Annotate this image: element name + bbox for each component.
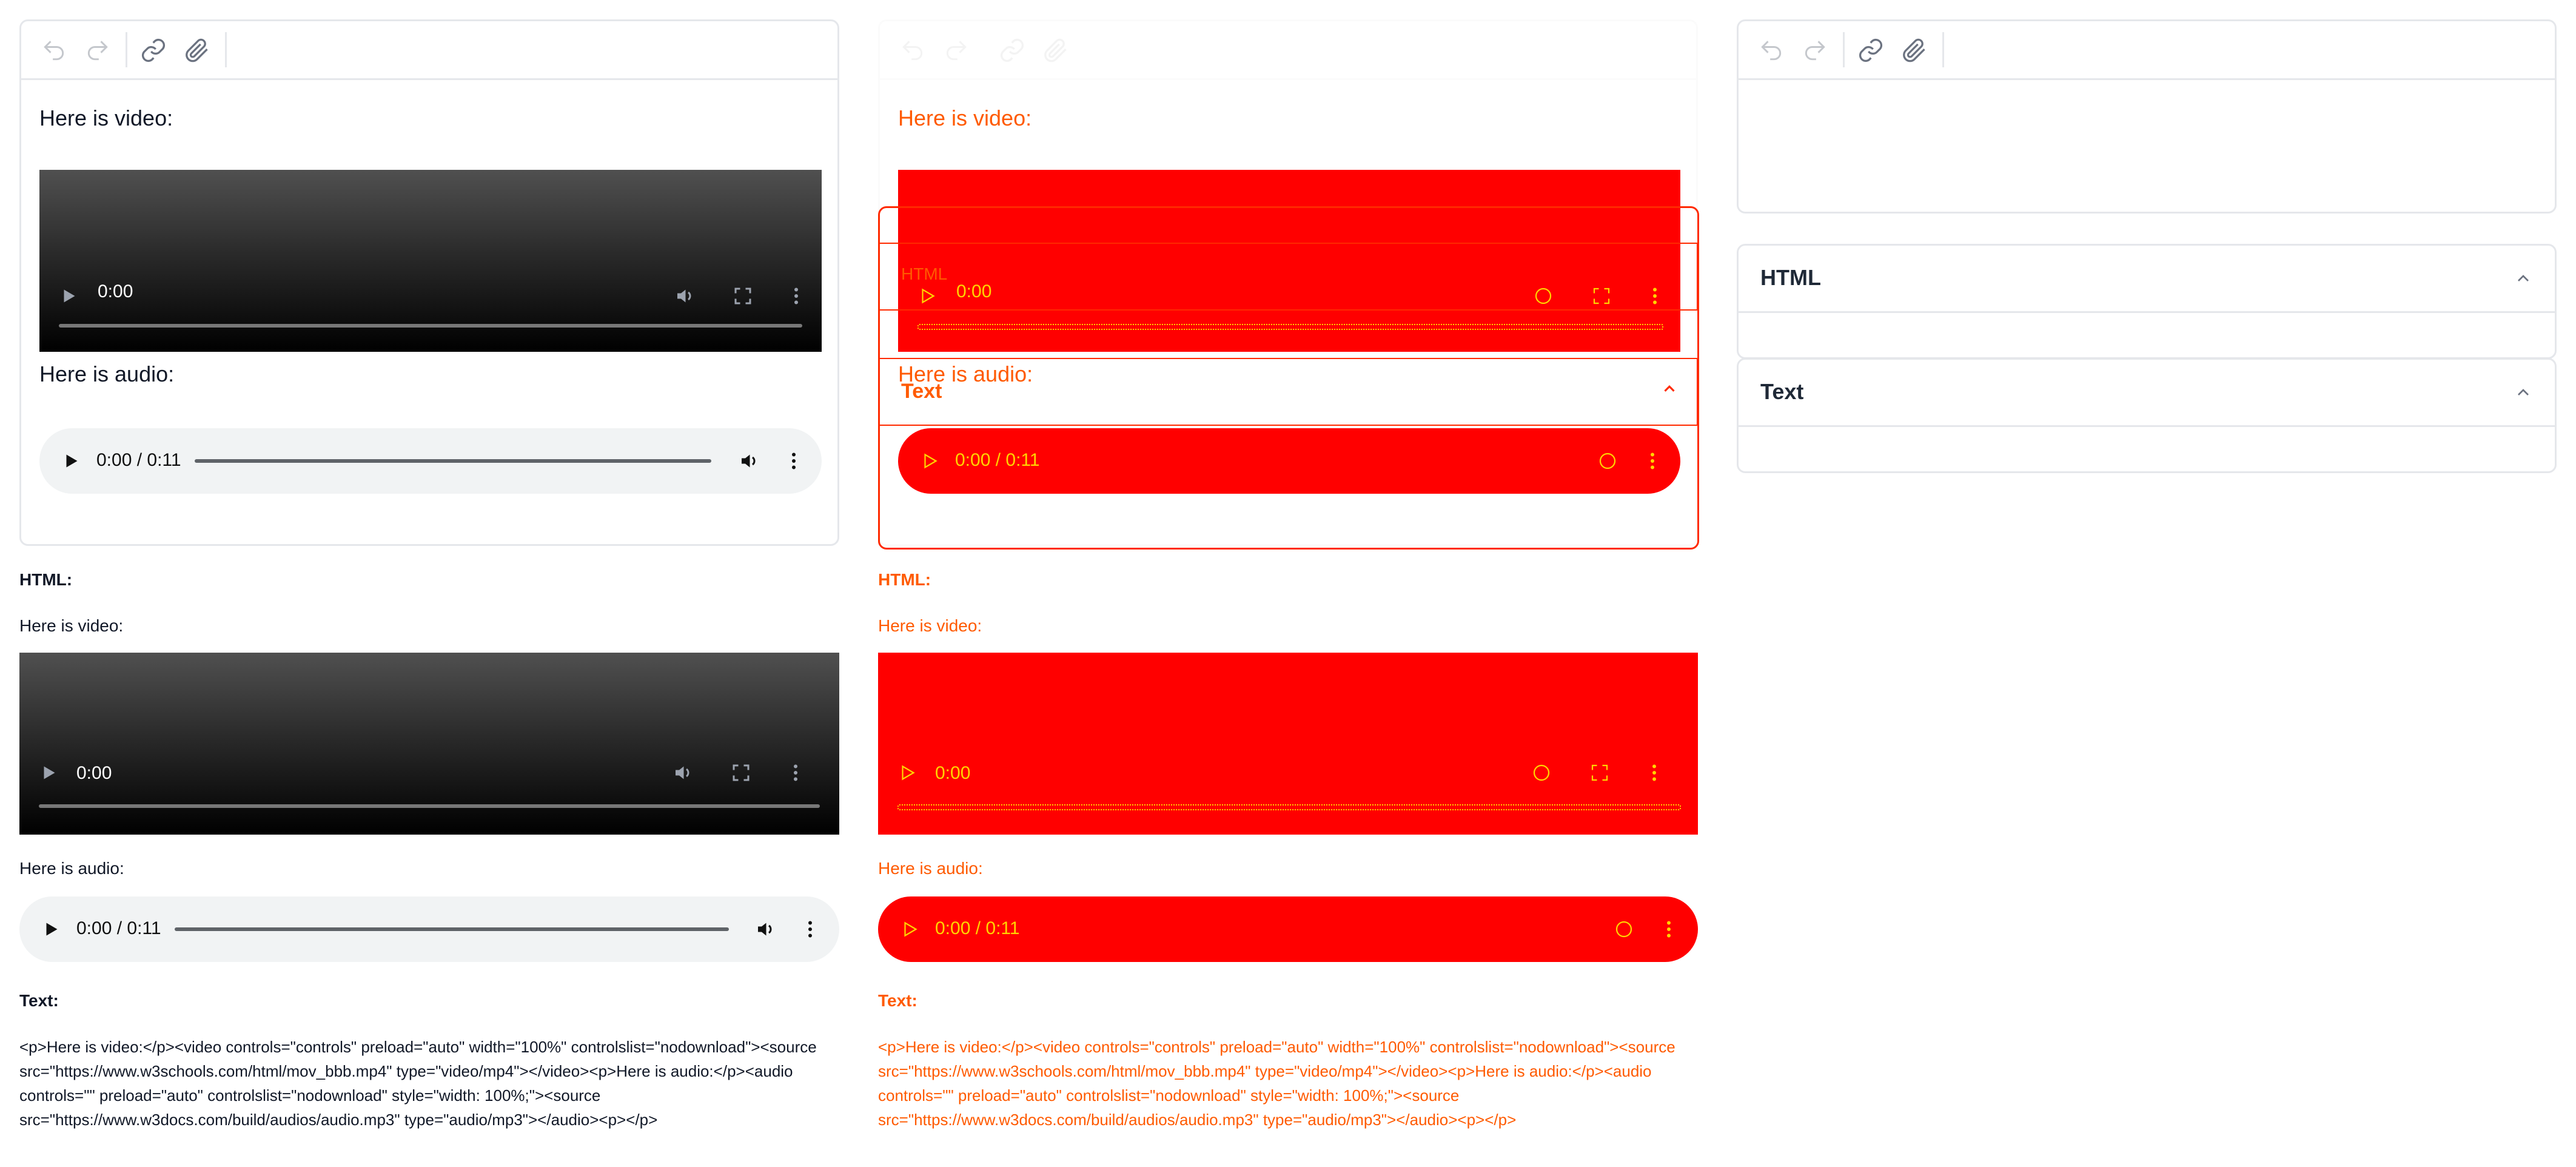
play-icon[interactable] (58, 285, 79, 307)
audio-progress[interactable] (195, 459, 711, 463)
play-icon[interactable] (896, 762, 918, 784)
html-panel-header[interactable]: HTML (1739, 246, 2555, 313)
attachment-icon[interactable] (184, 37, 210, 64)
overlay-text-title: Text (901, 380, 942, 403)
editor-paragraph: Here is video: (39, 106, 173, 130)
text-output-code: <p>Here is video:</p><video controls="co… (19, 1038, 817, 1129)
overlay-text-panel: Text (878, 358, 1698, 426)
play-icon[interactable] (40, 918, 62, 940)
video-progress[interactable] (59, 324, 802, 328)
html-output-label: HTML: (878, 570, 931, 589)
volume-icon[interactable] (674, 285, 696, 307)
html-output-label: HTML: (19, 570, 73, 589)
more-options-icon[interactable] (1643, 762, 1665, 784)
chevron-up-icon[interactable] (2514, 269, 2533, 288)
link-icon[interactable] (1857, 37, 1884, 64)
audio-player[interactable]: 0:00 / 0:11 (39, 428, 822, 494)
output-video-player[interactable]: 0:00 (19, 653, 839, 835)
toolbar-divider (1942, 32, 1944, 67)
more-options-icon[interactable] (785, 285, 807, 307)
text-output-code: <p>Here is video:</p><video controls="co… (878, 1038, 1675, 1129)
editor-toolbar (1739, 21, 2555, 80)
chevron-up-icon[interactable] (2514, 383, 2533, 402)
editor-column-overlay: Here is video: 0:00 Here is audio: 0:00 … (878, 0, 1699, 1167)
redo-icon[interactable] (84, 37, 111, 64)
editor-paragraph: Here is video: (898, 106, 1032, 130)
play-icon[interactable] (899, 918, 921, 940)
editor-toolbar (21, 21, 837, 80)
volume-icon[interactable] (1531, 762, 1552, 784)
overlay-html-title: HTML (901, 264, 948, 283)
attachment-icon[interactable] (1901, 37, 1928, 64)
volume-icon[interactable] (738, 450, 760, 472)
editor-column-empty: HTML Text (1737, 0, 2557, 1167)
video-time: 0:00 (76, 763, 112, 783)
editor-content[interactable] (1739, 80, 2555, 214)
audio-time: 0:00 / 0:11 (76, 918, 161, 938)
rich-text-editor (1737, 19, 2557, 214)
audio-time: 0:00 / 0:11 (935, 918, 1020, 938)
volume-icon[interactable] (672, 762, 694, 784)
rich-text-editor: Here is video: 0:00 Here is audio: 0:00 … (19, 19, 839, 546)
undo-icon[interactable] (41, 37, 67, 64)
volume-icon[interactable] (1613, 918, 1635, 940)
link-icon[interactable] (140, 37, 167, 64)
audio-progress[interactable] (175, 927, 729, 931)
audio-time: 0:00 / 0:11 (96, 450, 181, 470)
output-paragraph: Here is video: (878, 616, 982, 635)
redo-icon[interactable] (1802, 37, 1828, 64)
text-panel: Text (1737, 358, 2557, 473)
more-options-icon[interactable] (783, 450, 805, 472)
text-output-label: Text: (878, 991, 917, 1010)
redo-icon[interactable] (943, 37, 970, 64)
more-options-icon[interactable] (785, 762, 807, 784)
text-output-label: Text: (19, 991, 59, 1010)
video-player[interactable]: 0:00 (39, 170, 822, 352)
editor-toolbar (880, 21, 1696, 80)
fullscreen-icon[interactable] (730, 762, 752, 784)
text-panel-title: Text (1760, 379, 1804, 404)
more-options-icon[interactable] (799, 918, 821, 940)
text-panel-header[interactable]: Text (1739, 360, 2555, 427)
html-panel-title: HTML (1760, 265, 1821, 290)
video-progress[interactable] (39, 804, 820, 808)
output-audio-player[interactable]: 0:00 / 0:11 (19, 896, 839, 962)
output-paragraph: Here is audio: (19, 859, 124, 878)
more-options-icon[interactable] (1658, 918, 1680, 940)
overlay-html-panel: HTML (878, 243, 1698, 311)
editor-column-original: Here is video: 0:00 Here is audio: 0:00 … (19, 0, 840, 1167)
video-time: 0:00 (935, 763, 971, 783)
output-video-player[interactable]: 0:00 (878, 653, 1698, 835)
video-time: 0:00 (98, 281, 133, 301)
toolbar-divider (1843, 32, 1845, 67)
output-paragraph: Here is video: (19, 616, 124, 635)
editor-paragraph: Here is audio: (39, 362, 175, 386)
play-icon[interactable] (60, 450, 82, 472)
output-audio-player[interactable]: 0:00 / 0:11 (878, 896, 1698, 962)
fullscreen-icon[interactable] (1589, 762, 1611, 784)
attachment-icon[interactable] (1042, 37, 1069, 64)
volume-icon[interactable] (754, 918, 776, 940)
undo-icon[interactable] (1758, 37, 1785, 64)
output-paragraph: Here is audio: (878, 859, 983, 878)
toolbar-divider (126, 32, 127, 67)
fullscreen-icon[interactable] (732, 285, 754, 307)
video-progress[interactable] (897, 804, 1681, 810)
link-icon[interactable] (999, 37, 1025, 64)
play-icon[interactable] (38, 762, 59, 784)
html-panel: HTML (1737, 244, 2557, 359)
undo-icon[interactable] (899, 37, 926, 64)
toolbar-divider (225, 32, 227, 67)
chevron-up-icon[interactable] (1660, 380, 1679, 398)
